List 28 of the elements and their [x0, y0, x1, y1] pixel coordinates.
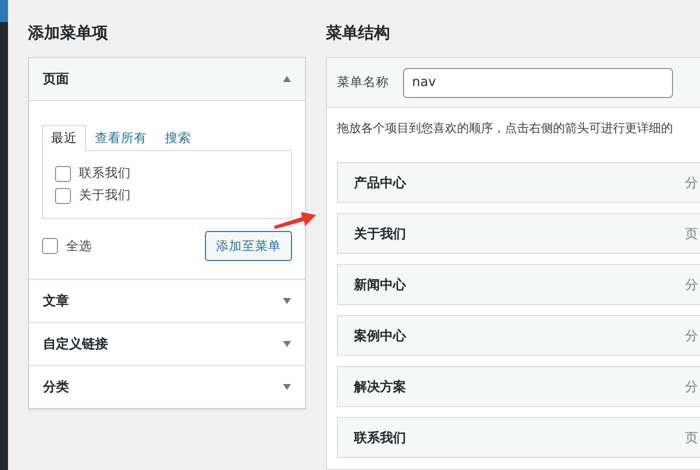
- section-heading: 菜单结构: [326, 22, 391, 44]
- menu-item[interactable]: 案例中心 分: [337, 315, 700, 356]
- checkbox-label: 关于我们: [79, 187, 131, 204]
- item-type-label: 分: [685, 378, 698, 396]
- menu-item[interactable]: 解决方案 分: [337, 366, 700, 407]
- item-type-label: 分: [685, 276, 698, 294]
- instructions-text: 拖放各个项目到您喜欢的顺序，点击右侧的箭头可进行更详细的: [337, 120, 674, 137]
- select-all-label: 全选: [66, 238, 92, 254]
- item-type-label: 页: [685, 430, 698, 446]
- checkbox-label: 联系我们: [79, 165, 131, 182]
- accordion-header[interactable]: 页面: [29, 58, 305, 101]
- accordion-header[interactable]: 分类: [29, 365, 305, 408]
- add-to-menu-button[interactable]: 添加至菜单: [205, 231, 292, 261]
- item-type-label: 页: [685, 226, 698, 242]
- tab[interactable]: 搜索: [156, 125, 200, 150]
- menu-item[interactable]: 关于我们 页: [337, 213, 700, 254]
- tab[interactable]: 最近: [42, 125, 86, 151]
- tab[interactable]: 查看所有: [86, 125, 156, 150]
- menu-item[interactable]: 联系我们 页: [337, 417, 700, 458]
- menu-item[interactable]: 产品中心 分: [337, 162, 700, 203]
- menu-item[interactable]: 新闻中心 分: [337, 264, 700, 305]
- field-label: 菜单名称: [337, 74, 389, 91]
- item-type-label: 分: [685, 174, 698, 192]
- section-heading: 添加菜单项: [28, 22, 109, 44]
- menu-name-field[interactable]: nav: [403, 68, 673, 98]
- accordion-header[interactable]: 自定义链接: [29, 322, 305, 365]
- item-type-label: 分: [685, 328, 698, 344]
- accordion-header[interactable]: 文章: [29, 279, 305, 322]
